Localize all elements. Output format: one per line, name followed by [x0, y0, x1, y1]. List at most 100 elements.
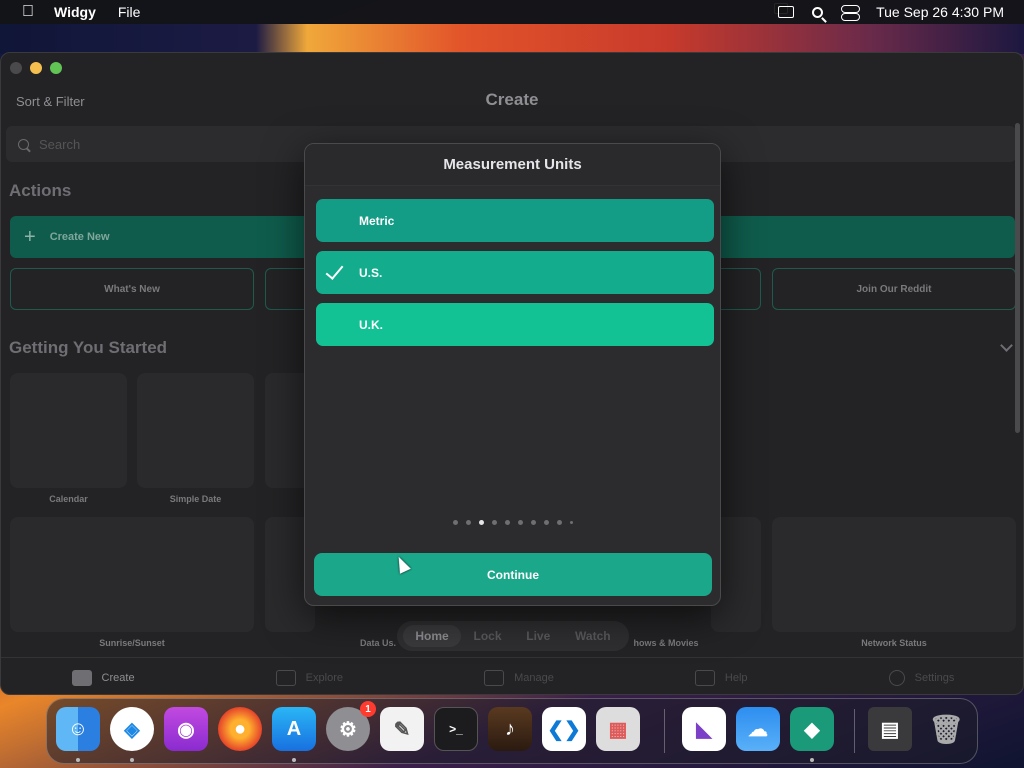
spotlight-icon[interactable]: [812, 6, 824, 18]
chevron-down-icon[interactable]: [1000, 339, 1013, 352]
page-dot[interactable]: [517, 520, 523, 525]
apple-menu-icon[interactable]: : [18, 3, 38, 21]
page-dot[interactable]: [543, 520, 549, 525]
tile-label: hows & Movies: [633, 638, 699, 648]
downloads-stack-icon[interactable]: ▤: [868, 707, 912, 751]
firefox-icon[interactable]: ●: [218, 707, 262, 751]
widget-tile[interactable]: [10, 373, 127, 488]
segment-lock[interactable]: Lock: [461, 625, 513, 647]
tab-manage[interactable]: Manage: [484, 669, 554, 686]
scrollbar[interactable]: [1015, 123, 1020, 433]
dock: ☺ ◈ ◉ ● A ⚙ 1 ✎ >_ ♪ ❮❯ ▦ ◣ ☁ ◆ ▤ 🗑: [46, 698, 978, 764]
plus-icon: +: [24, 225, 36, 248]
running-indicator: [130, 758, 134, 762]
zoom-window-button[interactable]: [50, 62, 62, 74]
page-dot[interactable]: [465, 520, 471, 525]
search-icon: [18, 138, 29, 150]
menu-bar:  Widgy File Tue Sep 26 4:30 PM: [0, 0, 1024, 24]
minimize-window-button[interactable]: [30, 62, 42, 74]
page-dot[interactable]: [504, 520, 510, 525]
safari-icon[interactable]: ◈: [110, 707, 154, 751]
tab-label: Explore: [305, 671, 343, 684]
window-controls: [10, 62, 62, 74]
tab-bar: Create Explore Manage Help Settings: [1, 657, 1023, 694]
tab-settings[interactable]: Settings: [888, 669, 955, 686]
tab-help[interactable]: Help: [694, 669, 748, 686]
widget-type-segmented-control: Home Lock Live Watch: [397, 621, 629, 651]
checkmark-icon: [325, 261, 344, 280]
screen-mirroring-icon[interactable]: [774, 3, 795, 18]
page-dot[interactable]: [556, 520, 562, 525]
segment-home[interactable]: Home: [403, 625, 461, 647]
page-dot[interactable]: [569, 521, 573, 524]
search-placeholder: Search: [39, 136, 81, 152]
page-dot[interactable]: [530, 520, 536, 525]
close-window-button[interactable]: [10, 62, 22, 74]
join-reddit-button[interactable]: Join Our Reddit: [772, 268, 1016, 310]
terminal-icon[interactable]: >_: [434, 707, 478, 751]
gear-icon: [888, 669, 905, 686]
getting-started-heading: Getting You Started: [9, 338, 168, 357]
desktop-wallpaper: [0, 24, 1024, 54]
running-indicator: [292, 758, 296, 762]
measurement-units-dialog: Measurement Units Metric U.S. U.K. Conti…: [304, 143, 721, 606]
textedit-icon[interactable]: ✎: [380, 707, 424, 751]
unit-option-metric[interactable]: Metric: [316, 199, 714, 242]
launchpad-icon[interactable]: ▦: [596, 707, 640, 751]
status-area: Tue Sep 26 4:30 PM: [774, 3, 1004, 21]
unit-option-label: U.S.: [359, 265, 383, 280]
segment-live[interactable]: Live: [514, 625, 562, 647]
podcasts-icon[interactable]: ◉: [164, 707, 208, 751]
running-indicator: [810, 758, 814, 762]
dock-separator: [854, 709, 855, 753]
unit-option-label: U.K.: [359, 317, 383, 332]
weather-icon[interactable]: ☁: [736, 707, 780, 751]
widget-tile[interactable]: [137, 373, 254, 488]
help-icon: [694, 669, 715, 686]
tab-create[interactable]: Create: [71, 669, 135, 686]
page-indicator: [305, 520, 720, 525]
control-center-icon[interactable]: [841, 5, 861, 21]
notification-badge: 1: [360, 701, 376, 717]
tile-label: Simple Date: [169, 494, 222, 504]
explore-icon: [275, 669, 296, 686]
app-store-icon[interactable]: A: [272, 707, 316, 751]
window-title: Create: [485, 90, 539, 109]
vscode-icon[interactable]: ❮❯: [542, 707, 586, 751]
system-settings-icon[interactable]: ⚙ 1: [326, 701, 376, 751]
unit-option-uk[interactable]: U.K.: [316, 303, 714, 346]
running-indicator: [76, 758, 80, 762]
dock-separator: [664, 709, 665, 753]
widgy-icon[interactable]: ◆: [790, 707, 834, 751]
tab-explore[interactable]: Explore: [275, 669, 343, 686]
tab-label: Settings: [914, 671, 955, 684]
visual-studio-icon[interactable]: ◣: [682, 707, 726, 751]
page-dot[interactable]: [491, 520, 497, 525]
tab-label: Manage: [514, 671, 554, 684]
tile-label: Sunrise/Sunset: [99, 638, 165, 648]
menubar-clock[interactable]: Tue Sep 26 4:30 PM: [876, 4, 1004, 20]
plus-square-icon: [71, 669, 92, 686]
tile-label: Network Status: [861, 638, 927, 648]
tab-label: Create: [101, 671, 135, 684]
create-new-label: Create New: [49, 231, 110, 243]
trash-icon[interactable]: 🗑: [924, 707, 968, 751]
unit-option-us[interactable]: U.S.: [316, 251, 714, 294]
continue-button[interactable]: Continue: [314, 553, 712, 596]
unit-option-label: Metric: [359, 213, 395, 228]
whats-new-button[interactable]: What's New: [10, 268, 254, 310]
page-dot-active[interactable]: [478, 520, 484, 525]
tab-label: Help: [724, 671, 748, 684]
app-menu[interactable]: Widgy: [54, 4, 96, 20]
tile-label: Calendar: [49, 494, 88, 504]
file-menu[interactable]: File: [118, 4, 141, 20]
widget-tile[interactable]: [10, 517, 254, 632]
actions-heading: Actions: [9, 181, 72, 200]
widget-tile[interactable]: [772, 517, 1016, 632]
page-dot[interactable]: [452, 520, 458, 525]
manage-icon: [484, 669, 505, 686]
finder-icon[interactable]: ☺: [56, 707, 100, 751]
dialog-title: Measurement Units: [305, 144, 720, 186]
segment-watch[interactable]: Watch: [563, 625, 623, 647]
garageband-icon[interactable]: ♪: [488, 707, 532, 751]
